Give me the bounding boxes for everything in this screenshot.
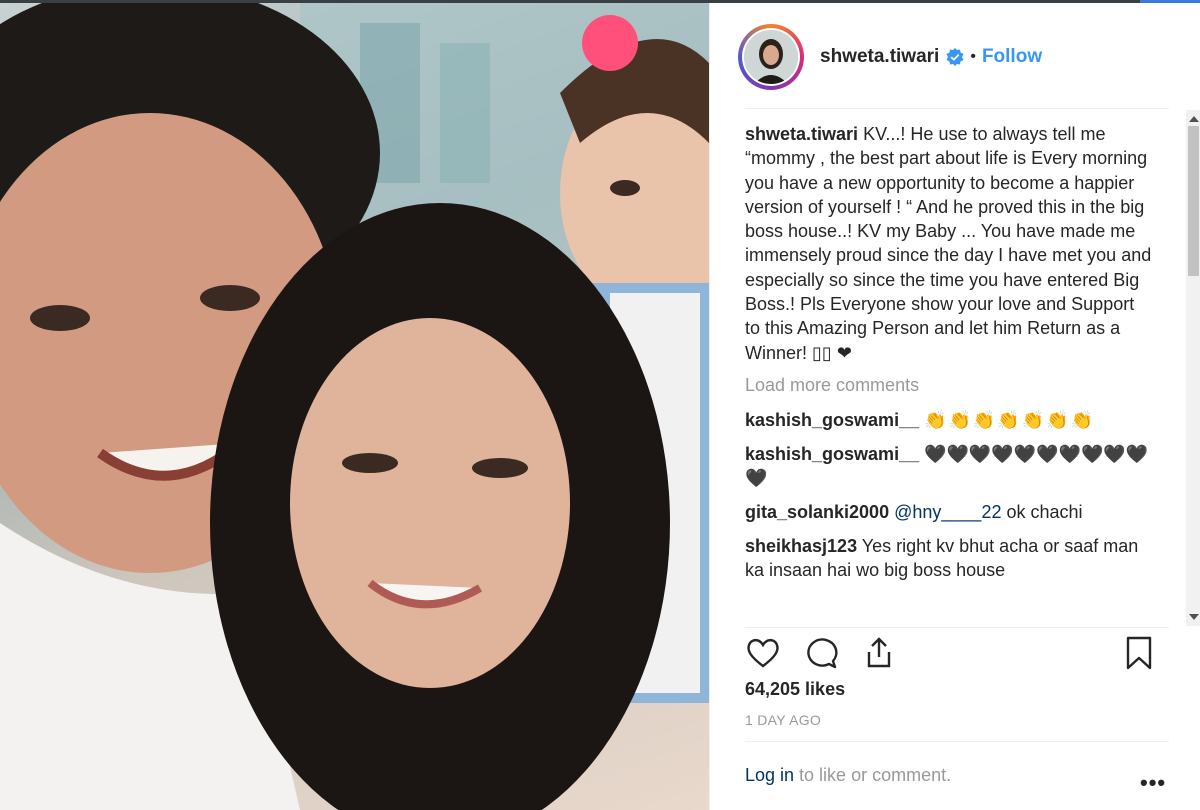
scroll-up-arrow-icon[interactable] bbox=[1189, 116, 1199, 122]
avatar-story-ring[interactable] bbox=[738, 24, 804, 90]
avatar-illustration bbox=[744, 30, 798, 84]
comment-username[interactable]: kashish_goswami__ bbox=[745, 410, 919, 430]
likes-count[interactable]: 64,205 likes bbox=[745, 679, 845, 700]
post-timestamp[interactable]: 1 DAY AGO bbox=[745, 712, 821, 728]
more-options-icon[interactable]: ••• bbox=[1140, 770, 1166, 796]
comment-item: kashish_goswami__ 👏👏👏👏👏👏👏 bbox=[745, 408, 1153, 432]
login-prompt-text: to like or comment. bbox=[794, 765, 952, 785]
scroll-down-arrow-icon[interactable] bbox=[1189, 614, 1199, 620]
bookmark-icon[interactable] bbox=[1121, 635, 1157, 671]
comment-text: ok chachi bbox=[1001, 501, 1083, 522]
scrollbar-thumb[interactable] bbox=[1188, 126, 1199, 276]
comment-item: gita_solanki2000 @hny____22 ok chachi bbox=[745, 500, 1153, 524]
comment-item: kashish_goswami__ 🖤🖤🖤🖤🖤🖤🖤🖤🖤🖤🖤 bbox=[745, 442, 1153, 490]
verified-badge-icon bbox=[946, 48, 964, 66]
avatar-frame bbox=[742, 28, 800, 86]
caption-text: KV...! He use to always tell me “mommy ,… bbox=[745, 124, 1152, 363]
header-username[interactable]: shweta.tiwari bbox=[820, 46, 939, 68]
comment-username[interactable]: kashish_goswami__ bbox=[745, 444, 919, 464]
login-link[interactable]: Log in bbox=[745, 765, 794, 785]
share-icon[interactable] bbox=[861, 635, 897, 671]
follow-button[interactable]: Follow bbox=[982, 46, 1042, 68]
footer-divider bbox=[745, 741, 1169, 742]
comment-item: sheikhasj123 Yes right kv bhut acha or s… bbox=[745, 534, 1153, 582]
comments-scrollbar[interactable] bbox=[1186, 110, 1200, 626]
post-caption: shweta.tiwari KV...! He use to always te… bbox=[745, 122, 1153, 365]
header-divider bbox=[745, 108, 1169, 109]
caption-username[interactable]: shweta.tiwari bbox=[745, 124, 858, 144]
comment-username[interactable]: sheikhasj123 bbox=[745, 536, 857, 556]
photo-illustration bbox=[0, 3, 709, 810]
comments-list[interactable]: shweta.tiwari KV...! He use to always te… bbox=[745, 115, 1153, 623]
load-more-comments-button[interactable]: Load more comments bbox=[745, 375, 1153, 396]
comment-text: 👏👏👏👏👏👏👏 bbox=[924, 409, 1095, 430]
post-side-panel: shweta.tiwari • Follow shweta.tiwari KV.… bbox=[709, 3, 1200, 810]
comments-divider bbox=[745, 627, 1169, 628]
post-header: shweta.tiwari • Follow bbox=[738, 24, 1178, 90]
login-prompt: Log in to like or comment. bbox=[745, 765, 1157, 786]
avatar bbox=[744, 30, 798, 84]
header-separator: • bbox=[970, 48, 976, 65]
heart-icon[interactable] bbox=[745, 635, 781, 671]
comment-mention-link[interactable]: @hny____22 bbox=[894, 502, 1001, 522]
comment-username[interactable]: gita_solanki2000 bbox=[745, 502, 889, 522]
comment-bubble-icon[interactable] bbox=[803, 635, 839, 671]
post-actions-bar bbox=[745, 635, 1157, 671]
post-photo bbox=[0, 3, 709, 810]
